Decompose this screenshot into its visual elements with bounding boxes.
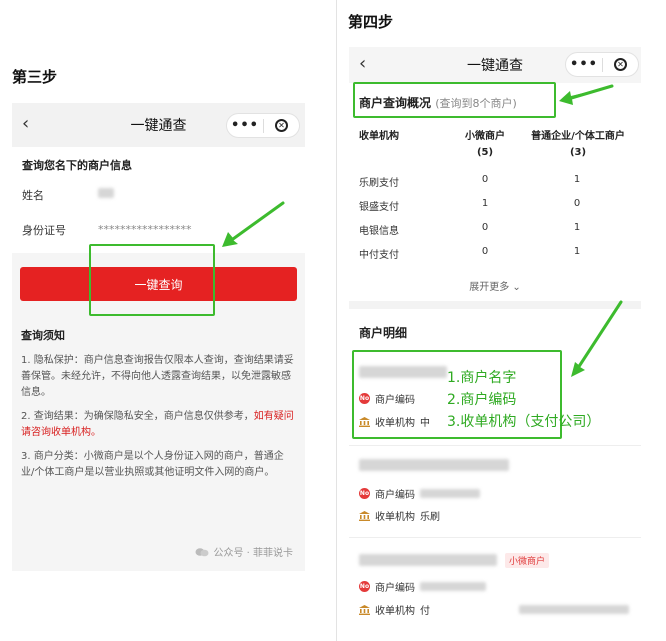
- code-icon: No: [359, 488, 370, 499]
- col-agency: 收单机构: [359, 131, 399, 142]
- id-field[interactable]: *****************: [98, 223, 192, 236]
- bank-icon: [359, 510, 370, 521]
- back-icon[interactable]: ‹: [359, 54, 379, 74]
- code-icon: No: [359, 581, 370, 592]
- annotation-acquirer: 3.收单机构（支付公司）: [447, 414, 601, 430]
- col-corp: 普通企业/个体工商户 (3): [531, 131, 625, 158]
- chevron-down-icon: ⌄: [512, 282, 521, 293]
- merchant-code-line: No 商户编码: [359, 579, 486, 594]
- blurred-text: [519, 605, 629, 614]
- name-row: 姓名: [22, 177, 295, 212]
- row-micro: 1: [481, 198, 489, 209]
- micro-merchant-tag: 小微商户: [505, 553, 550, 568]
- mini-program-capsule: ••• ✕: [226, 113, 300, 138]
- row-corp: 1: [573, 246, 581, 257]
- close-icon[interactable]: ✕: [603, 58, 638, 71]
- column-divider: [336, 0, 337, 641]
- section-gap: [349, 301, 641, 309]
- section-title: 查询您名下的商户信息: [12, 147, 305, 177]
- row-agency: 中付支付: [359, 250, 399, 261]
- watermark: 公众号 · 菲菲说卡: [195, 544, 293, 559]
- notice-title: 查询须知: [21, 329, 65, 342]
- col-micro: 小微商户 (5): [465, 131, 505, 158]
- close-icon[interactable]: ✕: [264, 119, 299, 132]
- row-corp: 1: [573, 174, 581, 185]
- merchant-code-line: No 商户编码: [359, 486, 480, 501]
- row-agency: 银盛支付: [359, 202, 399, 213]
- row-micro: 0: [481, 174, 489, 185]
- row-corp: 0: [573, 198, 581, 209]
- row-agency: 乐刷支付: [359, 178, 399, 189]
- merchant-name-blurred: [359, 554, 497, 566]
- nav-bar-right: ‹ 一键通查 ••• ✕: [349, 47, 641, 83]
- mini-program-capsule: ••• ✕: [565, 52, 639, 77]
- step-three-title: 第三步: [12, 68, 58, 86]
- row-micro: 0: [481, 222, 489, 233]
- id-row: 身份证号 *****************: [22, 212, 295, 247]
- highlight-overview: [353, 82, 556, 118]
- notice-category: 3. 商户分类：小微商户是以个人身份证入网的商户，普通企业/个体工商户是以营业执…: [21, 451, 284, 478]
- id-label: 身份证号: [22, 223, 66, 237]
- name-label: 姓名: [22, 188, 44, 202]
- highlight-query-button: [89, 244, 215, 316]
- annotation-merchant-code: 2.商户编码: [447, 392, 517, 408]
- row-corp: 1: [573, 222, 581, 233]
- nav-bar: ‹ 一键通查 ••• ✕: [12, 103, 305, 147]
- merchant-name-blurred: [359, 459, 509, 471]
- annotation-merchant-name: 1.商户名字: [447, 370, 517, 386]
- more-icon[interactable]: •••: [566, 53, 602, 76]
- row-agency: 电银信息: [359, 226, 399, 237]
- name-field[interactable]: [98, 188, 114, 201]
- row-micro: 0: [481, 246, 489, 257]
- query-form: 姓名 身份证号 *****************: [12, 177, 305, 253]
- wechat-icon: [195, 547, 209, 556]
- screenshot-root: 第三步 第四步 ‹ 一键通查 ••• ✕ 查询您名下的商户信息 姓名 身份证号 …: [0, 0, 666, 641]
- merchant-agency-line: 收单机构 乐刷: [359, 508, 440, 523]
- merchant-agency-line: 收单机构 付: [359, 602, 430, 617]
- detail-title: 商户明细: [359, 326, 408, 340]
- result-screen: ‹ 一键通查 ••• ✕ 商户查询概况 (查询到8个商户) 收单机构 小微商户 …: [349, 47, 641, 641]
- more-icon[interactable]: •••: [227, 114, 263, 137]
- query-screen: ‹ 一键通查 ••• ✕ 查询您名下的商户信息 姓名 身份证号 ********…: [12, 103, 305, 571]
- notice-result: 2. 查询结果：为确保隐私安全，商户信息仅供参考，如有疑问请咨询收单机构。: [21, 411, 294, 438]
- notice-privacy: 1. 隐私保护：商户信息查询报告仅限本人查询，查询结果请妥善保管。未经允许，不得…: [21, 355, 294, 398]
- expand-more-button[interactable]: 展开更多 ⌄: [349, 278, 641, 293]
- bank-icon: [359, 604, 370, 615]
- step-four-title: 第四步: [348, 13, 394, 31]
- back-icon[interactable]: ‹: [22, 114, 42, 134]
